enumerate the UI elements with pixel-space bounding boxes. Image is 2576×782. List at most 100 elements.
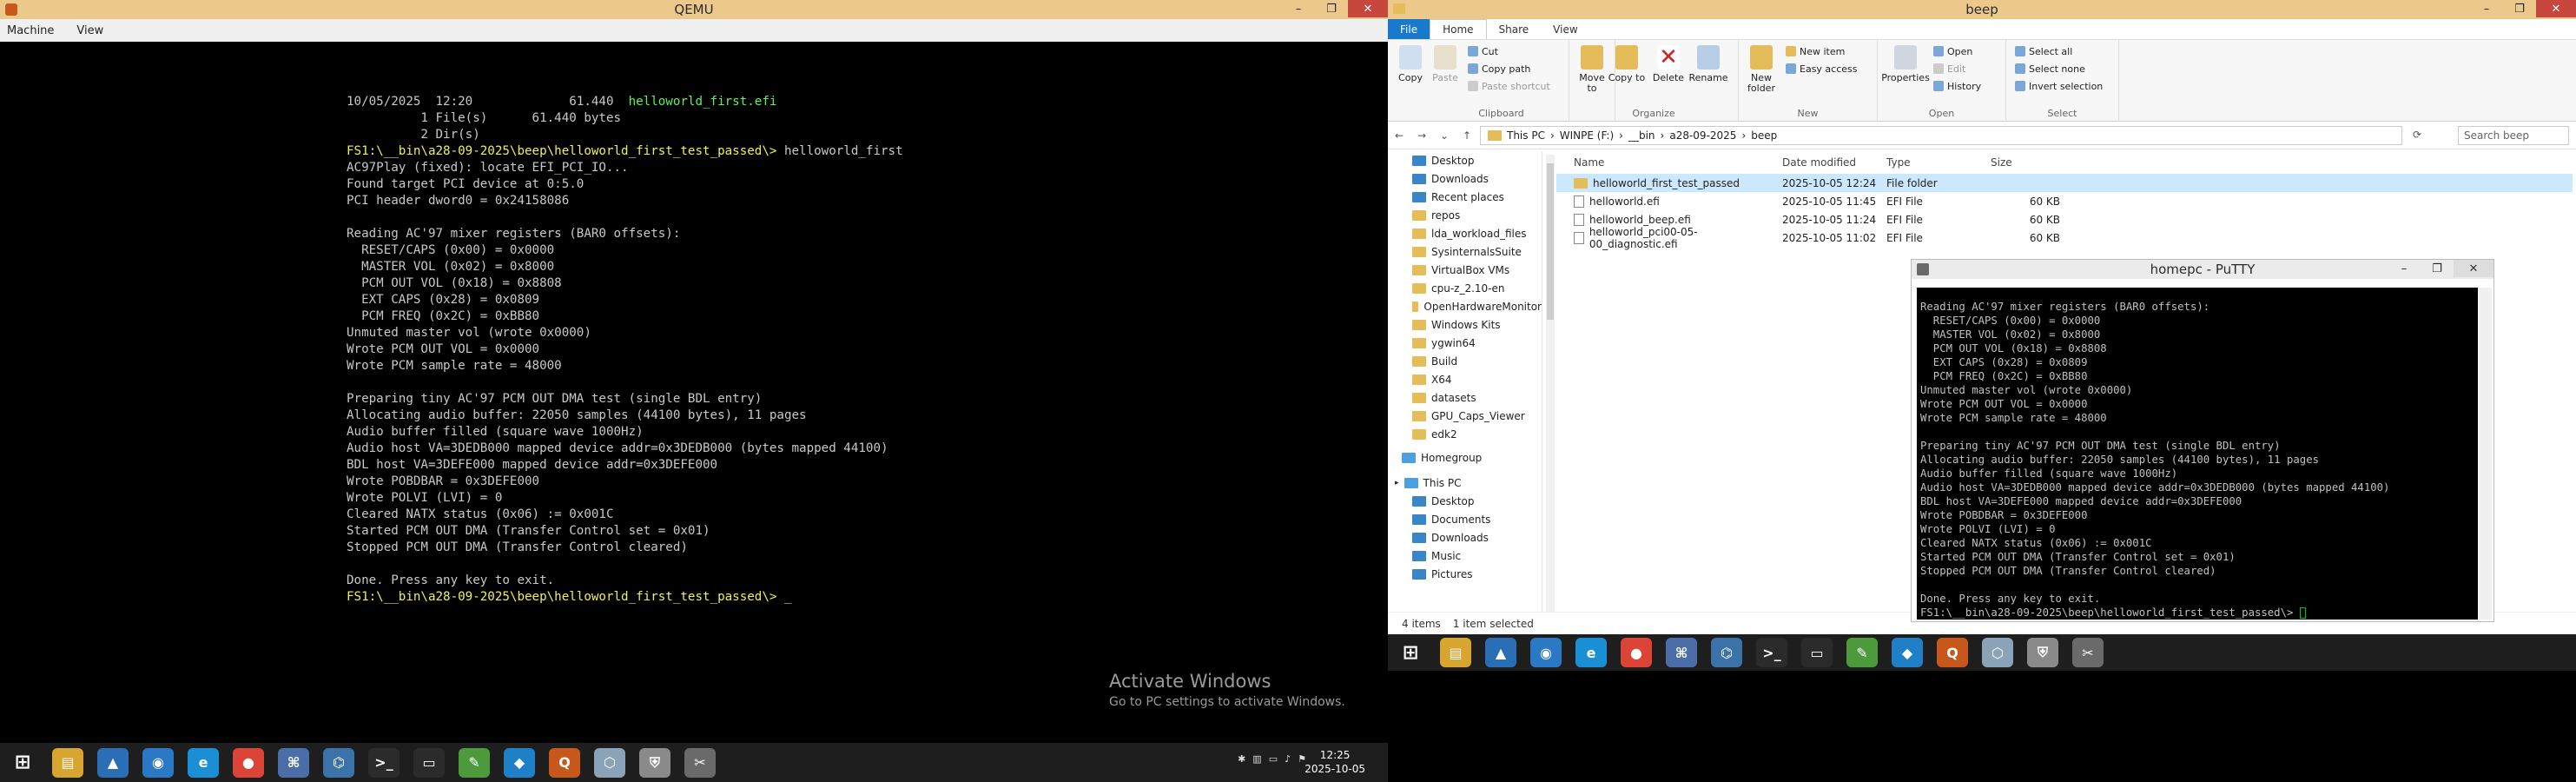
file-row[interactable]: helloworld_first_test_passed 2025-10-05 1…: [1556, 174, 2573, 192]
paste-button[interactable]: Paste: [1426, 45, 1464, 83]
close-button[interactable]: ✕: [2454, 260, 2493, 277]
nav-item[interactable]: lda_workload_files: [1388, 224, 1542, 242]
taskbar-app[interactable]: ▭: [406, 745, 452, 781]
explorer-title-bar[interactable]: beep – ❐ ✕: [1388, 0, 2576, 19]
menu-view[interactable]: View: [76, 24, 103, 37]
col-type[interactable]: Type: [1886, 156, 1991, 169]
taskbar-app[interactable]: ◆: [497, 745, 542, 781]
invert-selection-button[interactable]: Invert selection: [2015, 78, 2103, 94]
taskbar-app[interactable]: ●: [1614, 634, 1659, 671]
delete-button[interactable]: ✕ Delete: [1649, 45, 1688, 83]
move-to-button[interactable]: Move to: [1573, 45, 1611, 94]
close-button[interactable]: ✕: [1348, 0, 1388, 17]
nav-item[interactable]: Recent places: [1388, 188, 1542, 206]
taskbar-app[interactable]: Q: [542, 745, 587, 781]
taskbar-app[interactable]: ◉: [135, 745, 181, 781]
taskbar-app[interactable]: ✂: [2065, 634, 2110, 671]
nav-pc-item[interactable]: Downloads: [1388, 528, 1542, 547]
new-folder-button[interactable]: New folder: [1742, 45, 1780, 94]
expand-chevron-icon[interactable]: ▸: [1395, 479, 1399, 487]
nav-item[interactable]: Build: [1388, 352, 1542, 370]
tab-view[interactable]: View: [1541, 19, 1589, 39]
taskbar-app[interactable]: ⌘: [1659, 634, 1704, 671]
nav-item[interactable]: Downloads: [1388, 169, 1542, 188]
taskbar-app[interactable]: ◆: [1885, 634, 1930, 671]
taskbar-app[interactable]: ✂: [677, 745, 723, 781]
maximize-button[interactable]: ❐: [2503, 0, 2536, 17]
copy-to-button[interactable]: Copy to: [1608, 45, 1646, 83]
taskbar-app[interactable]: ⌘: [271, 745, 316, 781]
nav-scrollbar[interactable]: [1546, 155, 1555, 612]
menu-machine[interactable]: Machine: [7, 24, 54, 37]
taskbar-app[interactable]: ✎: [1840, 634, 1885, 671]
clock[interactable]: 12:25 2025-10-05: [1305, 748, 1365, 776]
taskbar-app[interactable]: ⬡: [587, 745, 632, 781]
taskbar-app[interactable]: ⌬: [1704, 634, 1749, 671]
col-name[interactable]: Name: [1556, 156, 1782, 169]
nav-item[interactable]: GPU_Caps_Viewer: [1388, 407, 1542, 425]
taskbar-app[interactable]: Q: [1930, 634, 1975, 671]
taskbar-app[interactable]: ⛨: [2020, 634, 2065, 671]
nav-item[interactable]: OpenHardwareMonitor: [1388, 297, 1542, 315]
taskbar-app[interactable]: e: [1569, 634, 1614, 671]
nav-homegroup[interactable]: Homegroup: [1388, 448, 1542, 467]
nav-item[interactable]: VirtualBox VMs: [1388, 261, 1542, 279]
minimize-button[interactable]: –: [2388, 260, 2421, 277]
nav-item[interactable]: repos: [1388, 206, 1542, 224]
nav-pc-item[interactable]: Music: [1388, 547, 1542, 565]
easy-access-button[interactable]: Easy access: [1786, 61, 1858, 76]
taskbar-app[interactable]: ⊞: [1388, 634, 1433, 671]
history-button[interactable]: History: [1933, 78, 1981, 94]
breadcrumb-4[interactable]: beep: [1751, 129, 1777, 142]
nav-item[interactable]: SysinternalsSuite: [1388, 242, 1542, 261]
breadcrumb-1[interactable]: WINPE (F:): [1560, 129, 1614, 142]
nav-item[interactable]: ygwin64: [1388, 334, 1542, 352]
up-arrow-icon[interactable]: ↑: [1456, 129, 1478, 142]
nav-item[interactable]: datasets: [1388, 388, 1542, 407]
col-date[interactable]: Date modified: [1782, 156, 1886, 169]
edit-button[interactable]: Edit: [1933, 61, 1965, 76]
maximize-button[interactable]: ❐: [1315, 0, 1348, 17]
taskbar-app[interactable]: >_: [1749, 634, 1794, 671]
nav-item[interactable]: Desktop: [1388, 151, 1542, 169]
network-icon[interactable]: ▥: [1252, 753, 1261, 765]
chevron-down-icon[interactable]: ⌄: [1433, 129, 1456, 142]
taskbar-app[interactable]: e: [181, 745, 226, 781]
nav-item[interactable]: cpu-z_2.10-en: [1388, 279, 1542, 297]
putty-terminal[interactable]: Reading AC'97 mixer registers (BAR0 offs…: [1917, 288, 2478, 620]
display-icon[interactable]: ▭: [1269, 753, 1278, 765]
cut-button[interactable]: Cut: [1468, 43, 1498, 59]
close-button[interactable]: ✕: [2536, 0, 2576, 17]
minimize-button[interactable]: –: [2470, 0, 2503, 17]
nav-pc-item[interactable]: Documents: [1388, 510, 1542, 528]
taskbar-app[interactable]: >_: [361, 745, 406, 781]
tab-home[interactable]: Home: [1430, 19, 1487, 39]
breadcrumb-3[interactable]: a28-09-2025: [1669, 129, 1736, 142]
breadcrumb-0[interactable]: This PC: [1507, 129, 1545, 142]
rename-button[interactable]: Rename: [1688, 45, 1728, 83]
maximize-button[interactable]: ❐: [2421, 260, 2454, 277]
copy-path-button[interactable]: Copy path: [1468, 61, 1530, 76]
paste-shortcut-button[interactable]: Paste shortcut: [1468, 78, 1550, 94]
nav-thispc[interactable]: ▸ This PC: [1388, 474, 1542, 492]
taskbar-app[interactable]: ▲: [1478, 634, 1523, 671]
taskbar-app[interactable]: ▭: [1794, 634, 1840, 671]
taskbar-app[interactable]: ⬡: [1975, 634, 2020, 671]
taskbar-app[interactable]: ▤: [1433, 634, 1478, 671]
putty-title-bar[interactable]: homepc - PuTTY – ❐ ✕: [1912, 260, 2493, 279]
minimize-button[interactable]: –: [1282, 0, 1315, 17]
forward-arrow-icon[interactable]: →: [1410, 129, 1433, 142]
taskbar-app[interactable]: ⛨: [632, 745, 677, 781]
tab-share[interactable]: Share: [1487, 19, 1542, 39]
open-button[interactable]: Open: [1933, 43, 1972, 59]
select-all-button[interactable]: Select all: [2015, 43, 2072, 59]
tab-file[interactable]: File: [1388, 19, 1430, 39]
taskbar-app[interactable]: ●: [226, 745, 271, 781]
nav-item[interactable]: X64: [1388, 370, 1542, 388]
system-tray[interactable]: ✱ ▥ ▭ ♪ ⚑: [1238, 753, 1306, 765]
nav-item[interactable]: Windows Kits: [1388, 315, 1542, 334]
nav-pc-item[interactable]: Pictures: [1388, 565, 1542, 583]
taskbar-app[interactable]: ⊞: [0, 745, 45, 781]
address-bar[interactable]: This PC › WINPE (F:) › __bin › a28-09-2025 ›…: [1480, 126, 2402, 145]
taskbar-app[interactable]: ▲: [90, 745, 135, 781]
